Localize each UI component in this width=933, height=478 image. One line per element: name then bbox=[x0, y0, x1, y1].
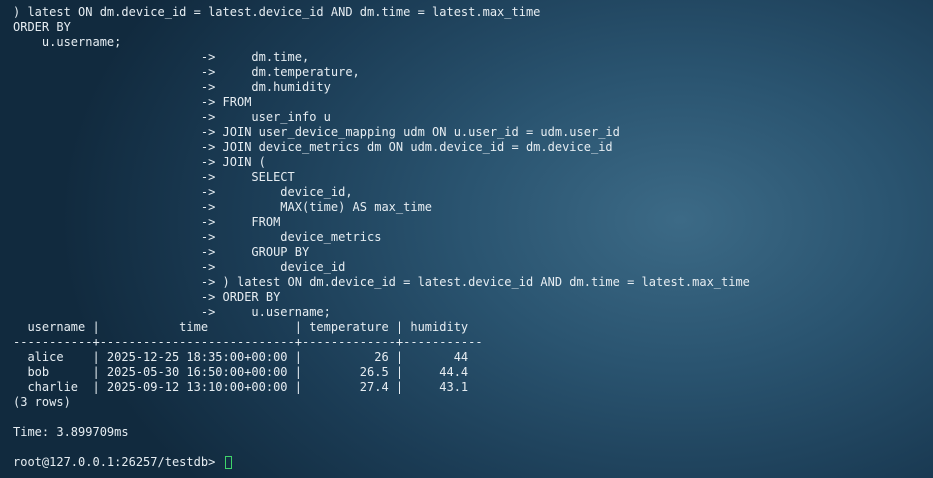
output-line: -> ORDER BY bbox=[13, 290, 281, 304]
output-line: -> JOIN user_device_mapping udm ON u.use… bbox=[13, 125, 620, 139]
output-line: u.username; bbox=[13, 35, 122, 49]
prompt-line[interactable]: root@127.0.0.1:26257/testdb> bbox=[13, 455, 933, 470]
terminal-window[interactable]: ) latest ON dm.device_id = latest.device… bbox=[0, 0, 933, 478]
output-line: -> device_id bbox=[13, 260, 346, 274]
output-line: -> GROUP BY bbox=[13, 245, 310, 259]
output-line: -> dm.humidity bbox=[13, 80, 331, 94]
cursor-icon[interactable] bbox=[224, 456, 232, 469]
output-line: -> device_id, bbox=[13, 185, 353, 199]
output-line: -> SELECT bbox=[13, 170, 295, 184]
output-line: -> user_info u bbox=[13, 110, 331, 124]
table-separator: -----------+---------------------------+… bbox=[13, 335, 483, 349]
output-line: -> FROM bbox=[13, 215, 281, 229]
table-header: username | time | temperature | humidity bbox=[13, 320, 469, 334]
output-line: -> dm.time, bbox=[13, 50, 310, 64]
output-line: -> device_metrics bbox=[13, 230, 382, 244]
table-row: bob | 2025-05-30 16:50:00+00:00 | 26.5 |… bbox=[13, 365, 469, 379]
table-row: alice | 2025-12-25 18:35:00+00:00 | 26 |… bbox=[13, 350, 469, 364]
table-row: charlie | 2025-09-12 13:10:00+00:00 | 27… bbox=[13, 380, 469, 394]
output-line: -> ) latest ON dm.device_id = latest.dev… bbox=[13, 275, 750, 289]
output-line: ) latest ON dm.device_id = latest.device… bbox=[13, 5, 541, 19]
output-line: -> JOIN ( bbox=[13, 155, 266, 169]
timing-line: Time: 3.899709ms bbox=[13, 425, 129, 439]
output-line: ORDER BY bbox=[13, 20, 71, 34]
row-count: (3 rows) bbox=[13, 395, 71, 409]
prompt-text: root@127.0.0.1:26257/testdb> bbox=[13, 455, 223, 469]
output-line: -> dm.temperature, bbox=[13, 65, 360, 79]
output-line: -> FROM bbox=[13, 95, 252, 109]
output-line: -> u.username; bbox=[13, 305, 331, 319]
output-line: -> JOIN device_metrics dm ON udm.device_… bbox=[13, 140, 613, 154]
output-line: -> MAX(time) AS max_time bbox=[13, 200, 433, 214]
